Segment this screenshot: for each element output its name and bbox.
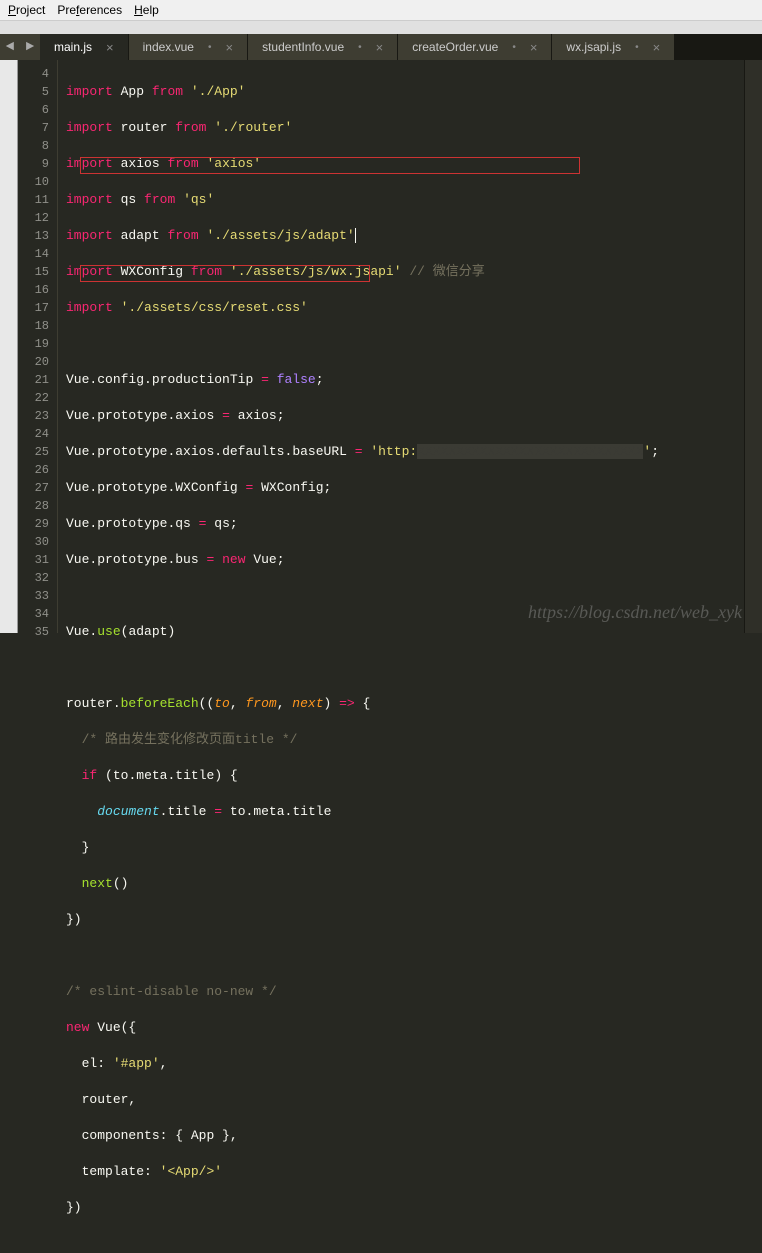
menu-preferences[interactable]: Preferences (57, 3, 122, 17)
code-line (66, 587, 744, 605)
code-line: }) (66, 1199, 744, 1217)
code-line: import router from './router' (66, 119, 744, 137)
line-number: 15 (18, 263, 49, 281)
line-number: 25 (18, 443, 49, 461)
text-cursor (355, 228, 356, 243)
tab-wxjsapi-js[interactable]: wx.jsapi.js • × (552, 34, 674, 60)
nav-forward-icon[interactable]: ► (20, 34, 40, 60)
line-number: 35 (18, 623, 49, 641)
line-number: 13 (18, 227, 49, 245)
code-line: router.beforeEach((to, from, next) => { (66, 695, 744, 713)
modified-icon: • (208, 42, 212, 53)
editor[interactable]: 4 5 6 7 8 9 10 11 12 13 14 15 16 17 18 1… (18, 60, 762, 633)
nav-back-icon[interactable]: ◄ (0, 34, 20, 60)
line-number: 23 (18, 407, 49, 425)
code-line: import axios from 'axios' (66, 155, 744, 173)
tab-label: main.js (54, 40, 92, 54)
line-number: 7 (18, 119, 49, 137)
line-number: 26 (18, 461, 49, 479)
line-number: 30 (18, 533, 49, 551)
code-content[interactable]: import App from './App' import router fr… (58, 60, 744, 633)
line-number: 34 (18, 605, 49, 623)
modified-icon: • (512, 42, 516, 53)
modified-icon: • (635, 42, 639, 53)
tab-label: createOrder.vue (412, 40, 498, 54)
code-line: }) (66, 911, 744, 929)
menu-project[interactable]: Project (8, 3, 45, 17)
line-number: 9 (18, 155, 49, 173)
menu-help[interactable]: Help (134, 3, 159, 17)
line-number: 33 (18, 587, 49, 605)
line-number: 17 (18, 299, 49, 317)
code-line: template: '<App/>' (66, 1163, 744, 1181)
code-line: /* 路由发生变化修改页面title */ (66, 731, 744, 749)
editor-area: 4 5 6 7 8 9 10 11 12 13 14 15 16 17 18 1… (0, 60, 762, 633)
code-line: Vue.prototype.axios.defaults.baseURL = '… (66, 443, 744, 461)
minimap[interactable] (744, 60, 762, 633)
tab-main-js[interactable]: main.js × (40, 34, 128, 60)
code-line: Vue.use(adapt) (66, 623, 744, 641)
code-line: Vue.prototype.qs = qs; (66, 515, 744, 533)
sub-bar (0, 20, 762, 34)
code-line: new Vue({ (66, 1019, 744, 1037)
code-line: router, (66, 1091, 744, 1109)
code-line: components: { App }, (66, 1127, 744, 1145)
code-line: Vue.prototype.WXConfig = WXConfig; (66, 479, 744, 497)
tab-label: wx.jsapi.js (566, 40, 621, 54)
code-line: el: '#app', (66, 1055, 744, 1073)
code-line (66, 659, 744, 677)
tab-strip: ◄ ► main.js × index.vue • × studentInfo.… (0, 34, 762, 60)
line-number: 5 (18, 83, 49, 101)
close-icon[interactable]: × (226, 40, 234, 55)
code-line: import adapt from './assets/js/adapt' (66, 227, 744, 245)
line-number: 29 (18, 515, 49, 533)
line-number: 11 (18, 191, 49, 209)
code-line: /* eslint-disable no-new */ (66, 983, 744, 1001)
close-icon[interactable]: × (530, 40, 538, 55)
code-line: Vue.prototype.bus = new Vue; (66, 551, 744, 569)
line-gutter: 4 5 6 7 8 9 10 11 12 13 14 15 16 17 18 1… (18, 60, 58, 633)
line-number: 4 (18, 65, 49, 83)
code-line: import WXConfig from './assets/js/wx.jsa… (66, 263, 744, 281)
code-line: import './assets/css/reset.css' (66, 299, 744, 317)
modified-icon: • (358, 42, 362, 53)
line-number: 21 (18, 371, 49, 389)
code-line: next() (66, 875, 744, 893)
line-number: 16 (18, 281, 49, 299)
line-number: 6 (18, 101, 49, 119)
code-line: Vue.prototype.axios = axios; (66, 407, 744, 425)
line-number: 28 (18, 497, 49, 515)
tab-createorder-vue[interactable]: createOrder.vue • × (398, 34, 551, 60)
line-number: 14 (18, 245, 49, 263)
tab-index-vue[interactable]: index.vue • × (129, 34, 247, 60)
line-number: 24 (18, 425, 49, 443)
sidebar-strip (0, 60, 18, 633)
code-line: } (66, 839, 744, 857)
line-number: 31 (18, 551, 49, 569)
close-icon[interactable]: × (653, 40, 661, 55)
line-number: 27 (18, 479, 49, 497)
close-icon[interactable]: × (376, 40, 384, 55)
line-number: 22 (18, 389, 49, 407)
line-number: 19 (18, 335, 49, 353)
line-number: 12 (18, 209, 49, 227)
close-icon[interactable]: × (106, 40, 114, 55)
code-line (66, 335, 744, 353)
tab-label: studentInfo.vue (262, 40, 344, 54)
code-line: import App from './App' (66, 83, 744, 101)
code-line: document.title = to.meta.title (66, 803, 744, 821)
code-line: import qs from 'qs' (66, 191, 744, 209)
code-line: if (to.meta.title) { (66, 767, 744, 785)
menu-bar: Project Preferences Help (0, 0, 762, 20)
tab-studentinfo-vue[interactable]: studentInfo.vue • × (248, 34, 397, 60)
line-number: 32 (18, 569, 49, 587)
line-number: 20 (18, 353, 49, 371)
code-line (66, 947, 744, 965)
code-line: Vue.config.productionTip = false; (66, 371, 744, 389)
tab-label: index.vue (143, 40, 194, 54)
line-number: 10 (18, 173, 49, 191)
tabs-container: main.js × index.vue • × studentInfo.vue … (40, 34, 762, 60)
line-number: 18 (18, 317, 49, 335)
line-number: 8 (18, 137, 49, 155)
